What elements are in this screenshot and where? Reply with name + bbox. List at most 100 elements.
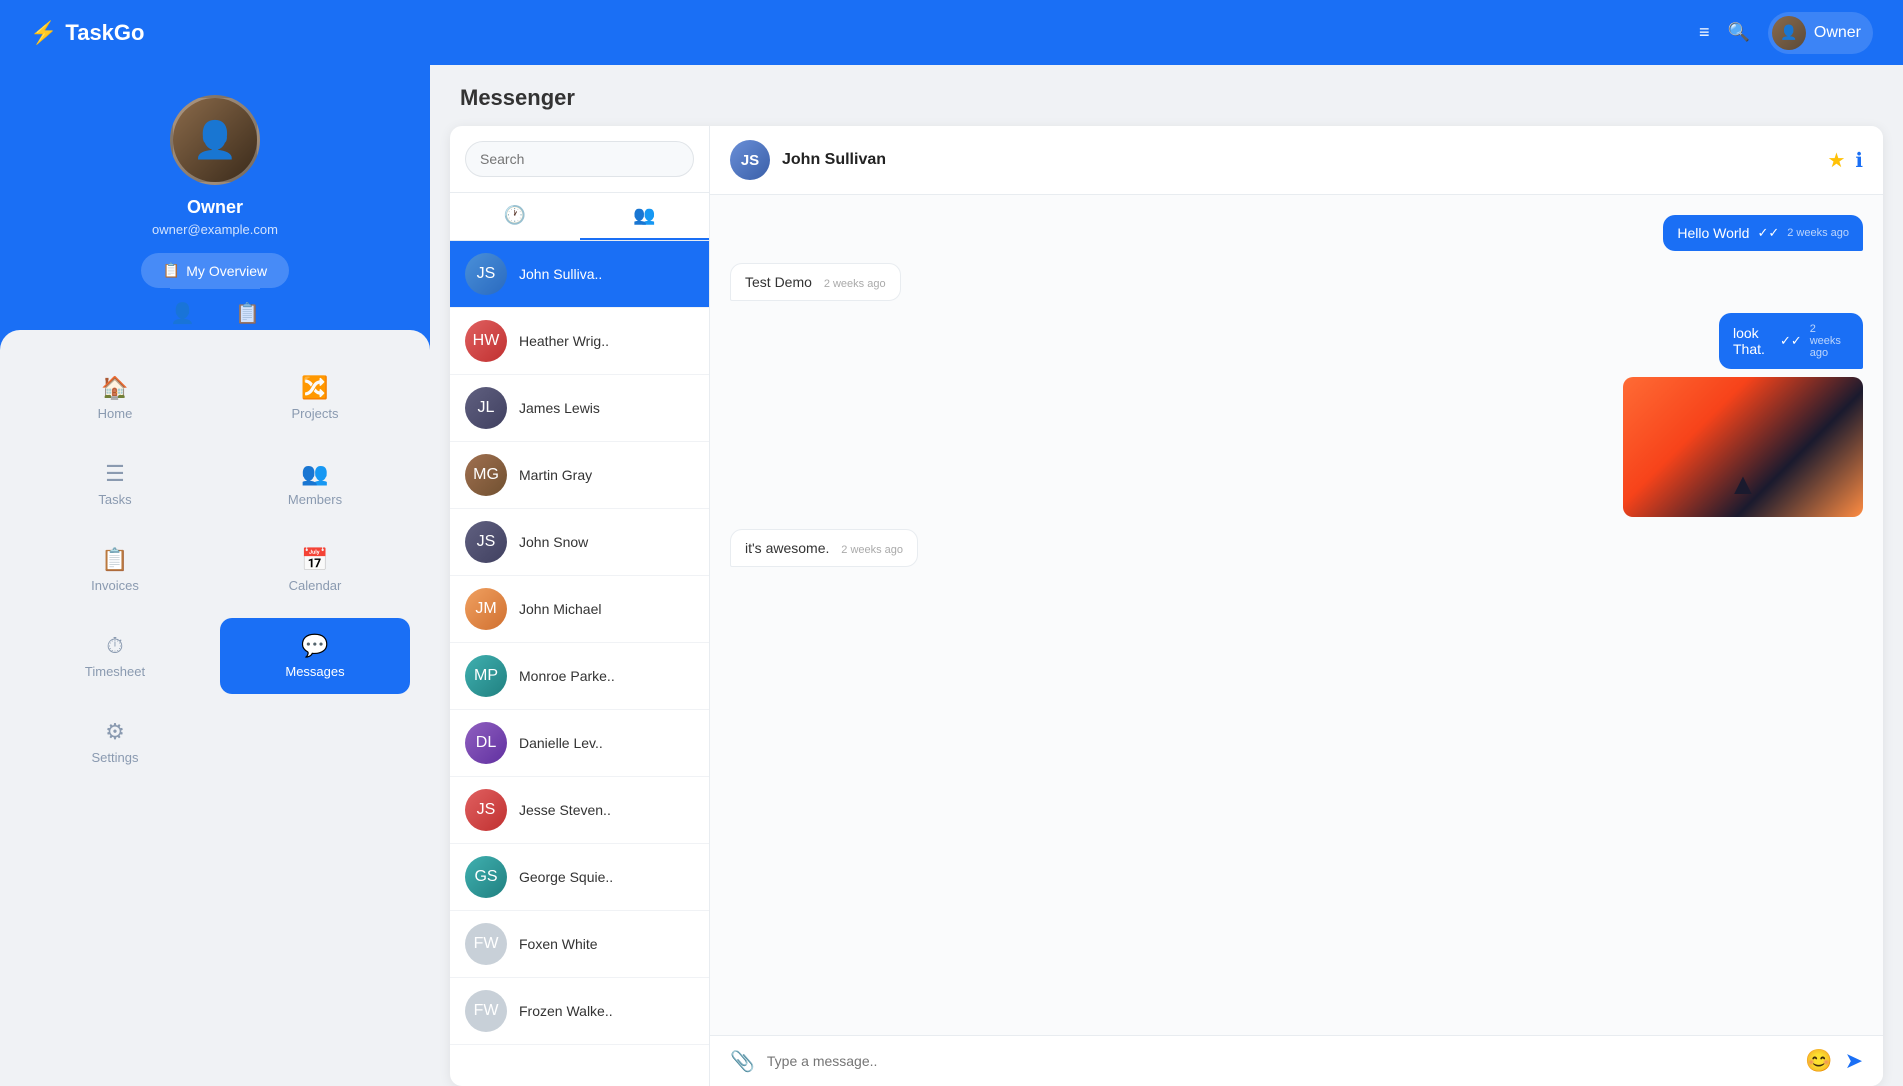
contact-name: Heather Wrig.. xyxy=(519,333,609,349)
contact-tabs: 🕐 👥 xyxy=(450,193,709,241)
attach-icon[interactable]: 📎 xyxy=(730,1049,755,1074)
tab-recent[interactable]: 🕐 xyxy=(450,193,580,240)
overview-button[interactable]: 📋 My Overview xyxy=(141,253,289,288)
contact-jesse[interactable]: JS Jesse Steven.. xyxy=(450,777,709,844)
settings-icon: ⚙ xyxy=(105,719,125,745)
header-right: ≡ 🔍 👤 Owner xyxy=(1699,12,1873,54)
projects-icon: 🔀 xyxy=(301,375,328,401)
nav-calendar-label: Calendar xyxy=(289,578,342,593)
sidebar-nav: 🏠 Home 🔀 Projects ☰ Tasks 👥 Members 📋 In… xyxy=(0,330,430,1080)
top-header: ⚡ TaskGo ≡ 🔍 👤 Owner xyxy=(0,0,1903,65)
contact-avatar: HW xyxy=(465,320,507,362)
msg-text: look That. xyxy=(1733,325,1772,357)
contact-george[interactable]: GS George Squie.. xyxy=(450,844,709,911)
messages-icon: 💬 xyxy=(301,633,328,659)
sent-bubble: Hello World ✓✓ 2 weeks ago xyxy=(1663,215,1863,251)
header-username: Owner xyxy=(1814,24,1861,42)
msg-text: it's awesome. xyxy=(745,540,829,556)
nav-invoices[interactable]: 📋 Invoices xyxy=(20,532,210,608)
nav-messages[interactable]: 💬 Messages xyxy=(220,618,410,694)
contact-avatar: MP xyxy=(465,655,507,697)
header-avatar: 👤 xyxy=(1772,16,1806,50)
calendar-icon: 📅 xyxy=(301,547,328,573)
contact-avatar: JM xyxy=(465,588,507,630)
sidebar-profile: 👤 Owner owner@example.com 📋 My Overview … xyxy=(0,65,430,368)
chat-contact-avatar: JS xyxy=(730,140,770,180)
tasks-icon: ☰ xyxy=(105,461,125,487)
chat-panel: JS John Sullivan ★ ℹ Hello World ✓✓ 2 we… xyxy=(710,126,1883,1086)
contact-avatar: JL xyxy=(465,387,507,429)
nav-members[interactable]: 👥 Members xyxy=(220,446,410,522)
msg-time: 2 weeks ago xyxy=(1787,227,1849,239)
received-bubble: it's awesome. 2 weeks ago xyxy=(730,529,918,567)
nav-messages-label: Messages xyxy=(285,664,344,679)
contact-avatar: JS xyxy=(465,789,507,831)
left-sidebar: 👤 Owner owner@example.com 📋 My Overview … xyxy=(0,0,430,1080)
contact-john-snow[interactable]: JS John Snow xyxy=(450,509,709,576)
overview-label: My Overview xyxy=(186,263,267,279)
invoices-icon: 📋 xyxy=(101,547,128,573)
send-icon[interactable]: ➤ xyxy=(1845,1048,1863,1074)
nav-tasks-label: Tasks xyxy=(98,492,131,507)
contact-name: John Snow xyxy=(519,534,588,550)
message-input[interactable] xyxy=(767,1053,1793,1069)
nav-home-label: Home xyxy=(98,406,133,421)
sidebar-person-tab[interactable]: 👤 xyxy=(170,301,195,326)
chat-contact-name: John Sullivan xyxy=(782,151,886,169)
contact-name: George Squie.. xyxy=(519,869,613,885)
search-box xyxy=(450,126,709,193)
contact-avatar: DL xyxy=(465,722,507,764)
star-icon[interactable]: ★ xyxy=(1827,148,1845,173)
nav-settings[interactable]: ⚙ Settings xyxy=(20,704,210,780)
nav-timesheet[interactable]: ⏱ Timesheet xyxy=(20,618,210,694)
contact-avatar: JS xyxy=(465,521,507,563)
contact-john-sullivan[interactable]: JS John Sulliva.. xyxy=(450,241,709,308)
nav-projects[interactable]: 🔀 Projects xyxy=(220,360,410,436)
contact-martin[interactable]: MG Martin Gray xyxy=(450,442,709,509)
timesheet-icon: ⏱ xyxy=(106,633,123,659)
contact-heather[interactable]: HW Heather Wrig.. xyxy=(450,308,709,375)
contact-avatar: FW xyxy=(465,923,507,965)
contact-list: JS John Sulliva.. HW Heather Wrig.. JL J… xyxy=(450,241,709,1086)
contact-name: James Lewis xyxy=(519,400,600,416)
chat-header-left: JS John Sullivan xyxy=(730,140,886,180)
chat-header-actions: ★ ℹ xyxy=(1827,148,1863,173)
contact-james[interactable]: JL James Lewis xyxy=(450,375,709,442)
chat-header: JS John Sullivan ★ ℹ xyxy=(710,126,1883,195)
checkmarks: ✓✓ xyxy=(1757,225,1779,241)
contact-john-michael[interactable]: JM John Michael xyxy=(450,576,709,643)
profile-name: Owner xyxy=(187,197,243,218)
contact-avatar: GS xyxy=(465,856,507,898)
msg-time: 2 weeks ago xyxy=(1810,323,1849,359)
message-sent-1: Hello World ✓✓ 2 weeks ago xyxy=(730,215,1863,251)
tab-contacts[interactable]: 👥 xyxy=(580,193,710,240)
contact-danielle[interactable]: DL Danielle Lev.. xyxy=(450,710,709,777)
search-input[interactable] xyxy=(465,141,694,177)
nav-projects-label: Projects xyxy=(292,406,339,421)
nav-home[interactable]: 🏠 Home xyxy=(20,360,210,436)
page-title: Messenger xyxy=(430,65,1903,126)
contact-name: Foxen White xyxy=(519,936,598,952)
contact-frozen[interactable]: FW Frozen Walke.. xyxy=(450,978,709,1045)
contact-name: Martin Gray xyxy=(519,467,592,483)
overview-icon: 📋 xyxy=(163,262,180,279)
user-badge[interactable]: 👤 Owner xyxy=(1768,12,1873,54)
app-logo: ⚡ TaskGo xyxy=(30,20,144,46)
search-icon[interactable]: 🔍 xyxy=(1727,22,1749,43)
nav-calendar[interactable]: 📅 Calendar xyxy=(220,532,410,608)
received-bubble: Test Demo 2 weeks ago xyxy=(730,263,901,301)
contact-foxen[interactable]: FW Foxen White xyxy=(450,911,709,978)
checkmarks: ✓✓ xyxy=(1780,333,1802,349)
menu-icon[interactable]: ≡ xyxy=(1699,22,1710,43)
sidebar-list-tab[interactable]: 📋 xyxy=(235,301,260,326)
info-icon[interactable]: ℹ xyxy=(1855,148,1863,173)
app-name: TaskGo xyxy=(65,20,144,46)
emoji-icon[interactable]: 😊 xyxy=(1805,1048,1832,1074)
message-sent-2: look That. ✓✓ 2 weeks ago xyxy=(730,313,1863,517)
msg-text: Test Demo xyxy=(745,274,812,290)
profile-email: owner@example.com xyxy=(152,222,278,237)
sent-bubble: look That. ✓✓ 2 weeks ago xyxy=(1719,313,1863,369)
contact-monroe[interactable]: MP Monroe Parke.. xyxy=(450,643,709,710)
nav-tasks[interactable]: ☰ Tasks xyxy=(20,446,210,522)
chat-input-area: 📎 😊 ➤ xyxy=(710,1035,1883,1086)
